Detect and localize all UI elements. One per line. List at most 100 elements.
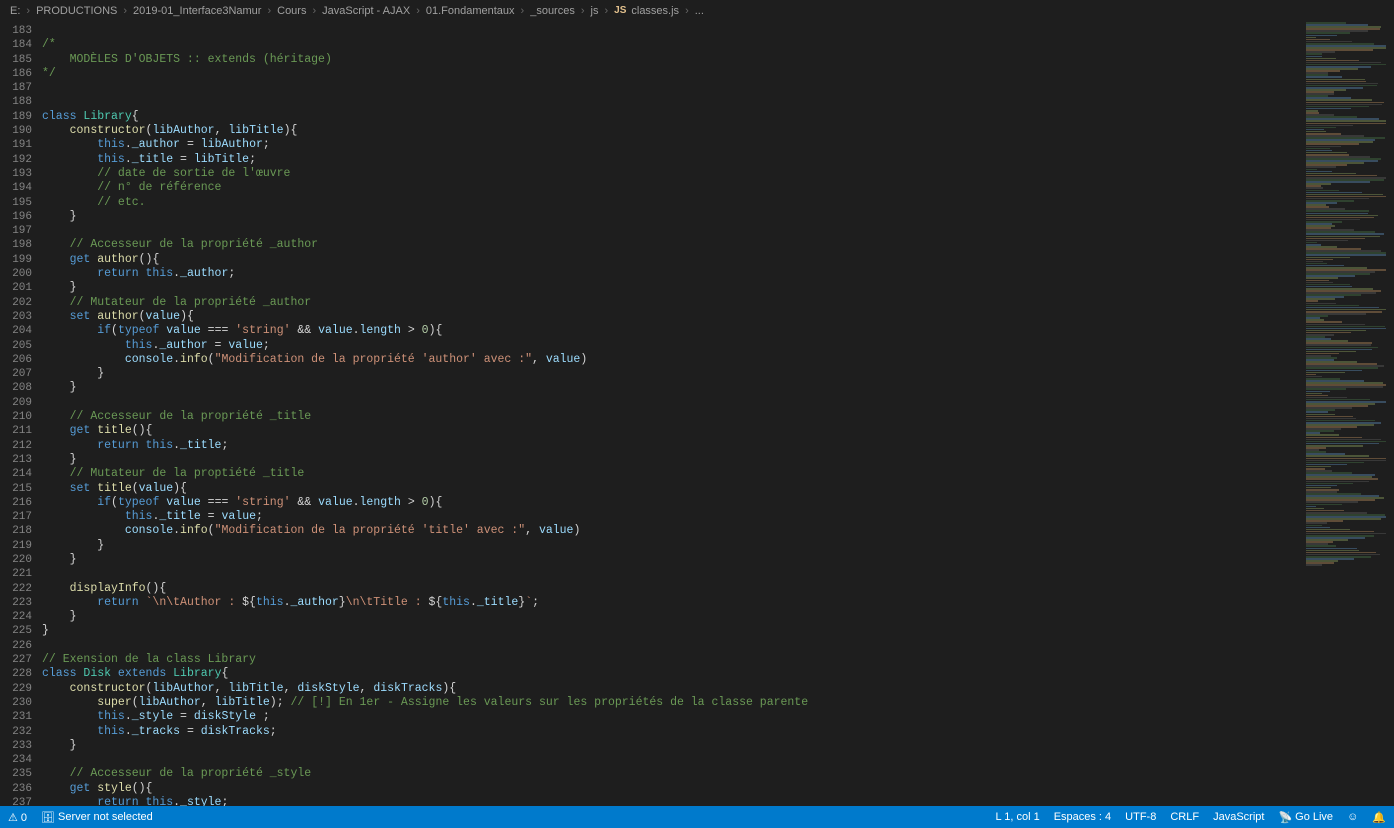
minimap[interactable] xyxy=(1302,22,1394,806)
code-line[interactable]: get author(){ xyxy=(42,253,1302,267)
breadcrumb-segment[interactable]: _sources xyxy=(530,5,575,17)
code-line[interactable]: // date de sortie de l'œuvre xyxy=(42,167,1302,181)
line-number: 233 xyxy=(0,739,32,753)
breadcrumb[interactable]: E:›PRODUCTIONS›2019-01_Interface3Namur›C… xyxy=(0,0,1394,22)
code-line[interactable]: if(typeof value === 'string' && value.le… xyxy=(42,324,1302,338)
database-icon: 🗄 xyxy=(41,811,55,824)
code-line[interactable]: if(typeof value === 'string' && value.le… xyxy=(42,496,1302,510)
code-line[interactable]: get title(){ xyxy=(42,424,1302,438)
code-line[interactable]: // Accesseur de la propriété _title xyxy=(42,410,1302,424)
line-number: 219 xyxy=(0,539,32,553)
status-spaces[interactable]: Espaces : 4 xyxy=(1054,811,1111,823)
status-encoding[interactable]: UTF-8 xyxy=(1125,811,1156,823)
code-line[interactable]: // Mutateur de la propriété _author xyxy=(42,296,1302,310)
code-line[interactable]: this._title = libTitle; xyxy=(42,153,1302,167)
line-number: 198 xyxy=(0,238,32,252)
line-number: 234 xyxy=(0,753,32,767)
code-line[interactable]: class Library{ xyxy=(42,110,1302,124)
code-line[interactable]: this._author = value; xyxy=(42,339,1302,353)
code-line[interactable]: constructor(libAuthor, libTitle){ xyxy=(42,124,1302,138)
code-line[interactable]: // Accesseur de la propriété _style xyxy=(42,767,1302,781)
code-line[interactable]: } xyxy=(42,610,1302,624)
code-line[interactable]: get style(){ xyxy=(42,782,1302,796)
code-line[interactable]: class Disk extends Library{ xyxy=(42,667,1302,681)
code-line[interactable]: } xyxy=(42,739,1302,753)
breadcrumb-tail[interactable]: ... xyxy=(695,5,704,17)
line-number: 227 xyxy=(0,653,32,667)
line-number: 213 xyxy=(0,453,32,467)
breadcrumb-segment[interactable]: 2019-01_Interface3Namur xyxy=(133,5,261,17)
code-line[interactable]: */ xyxy=(42,67,1302,81)
code-line[interactable]: this._tracks = diskTracks; xyxy=(42,725,1302,739)
code-line[interactable]: } xyxy=(42,210,1302,224)
line-number: 231 xyxy=(0,710,32,724)
code-line[interactable] xyxy=(42,567,1302,581)
breadcrumb-segment[interactable]: JavaScript - AJAX xyxy=(322,5,410,17)
code-line[interactable]: } xyxy=(42,367,1302,381)
code-line[interactable]: this._title = value; xyxy=(42,510,1302,524)
code-line[interactable] xyxy=(42,396,1302,410)
js-file-icon: JS xyxy=(614,5,626,16)
line-number: 188 xyxy=(0,95,32,109)
minimap-line xyxy=(1306,564,1322,566)
code-editor[interactable]: 1831841851861871881891901911921931941951… xyxy=(0,22,1302,806)
code-line[interactable]: set title(value){ xyxy=(42,482,1302,496)
chevron-right-icon: › xyxy=(685,5,689,17)
status-bar: ⚠ 0 🗄 Server not selected L 1, col 1 Esp… xyxy=(0,806,1394,828)
code-line[interactable]: this._style = diskStyle ; xyxy=(42,710,1302,724)
status-warnings[interactable]: ⚠ 0 xyxy=(8,811,27,824)
code-line[interactable]: MODÈLES D'OBJETS :: extends (héritage) xyxy=(42,53,1302,67)
code-line[interactable]: } xyxy=(42,281,1302,295)
code-line[interactable]: } xyxy=(42,381,1302,395)
code-line[interactable]: return this._title; xyxy=(42,439,1302,453)
line-number: 190 xyxy=(0,124,32,138)
code-line[interactable] xyxy=(42,81,1302,95)
status-language[interactable]: JavaScript xyxy=(1213,811,1264,823)
status-feedback[interactable]: ☺ xyxy=(1347,811,1358,823)
code-line[interactable]: this._author = libAuthor; xyxy=(42,138,1302,152)
status-position[interactable]: L 1, col 1 xyxy=(995,811,1039,823)
status-server[interactable]: 🗄 Server not selected xyxy=(41,811,153,824)
code-line[interactable]: } xyxy=(42,624,1302,638)
breadcrumb-segment[interactable]: 01.Fondamentaux xyxy=(426,5,515,17)
code-line[interactable]: super(libAuthor, libTitle); // [!] En 1e… xyxy=(42,696,1302,710)
line-number: 191 xyxy=(0,138,32,152)
code-line[interactable] xyxy=(42,24,1302,38)
code-line[interactable] xyxy=(42,224,1302,238)
code-line[interactable] xyxy=(42,639,1302,653)
code-line[interactable]: displayInfo(){ xyxy=(42,582,1302,596)
line-number: 193 xyxy=(0,167,32,181)
status-bell-icon[interactable]: 🔔 xyxy=(1372,811,1386,824)
code-line[interactable]: } xyxy=(42,539,1302,553)
chevron-right-icon: › xyxy=(604,5,608,17)
line-number: 217 xyxy=(0,510,32,524)
code-line[interactable]: // etc. xyxy=(42,196,1302,210)
breadcrumb-segment[interactable]: Cours xyxy=(277,5,306,17)
code-line[interactable]: } xyxy=(42,553,1302,567)
line-number: 224 xyxy=(0,610,32,624)
code-line[interactable]: console.info("Modification de la proprié… xyxy=(42,524,1302,538)
code-line[interactable]: return this._author; xyxy=(42,267,1302,281)
breadcrumb-file[interactable]: classes.js xyxy=(631,5,679,17)
code-line[interactable]: // n° de référence xyxy=(42,181,1302,195)
code-line[interactable]: // Accesseur de la propriété _author xyxy=(42,238,1302,252)
status-eol[interactable]: CRLF xyxy=(1170,811,1199,823)
code-line[interactable] xyxy=(42,95,1302,109)
code-area[interactable]: /* MODÈLES D'OBJETS :: extends (héritage… xyxy=(42,22,1302,806)
code-line[interactable]: // Mutateur de la proptiété _title xyxy=(42,467,1302,481)
breadcrumb-segment[interactable]: PRODUCTIONS xyxy=(36,5,117,17)
code-line[interactable]: } xyxy=(42,453,1302,467)
code-line[interactable]: console.info("Modification de la proprié… xyxy=(42,353,1302,367)
breadcrumb-segment[interactable]: E: xyxy=(10,5,20,17)
code-line[interactable]: set author(value){ xyxy=(42,310,1302,324)
line-number: 216 xyxy=(0,496,32,510)
code-line[interactable]: constructor(libAuthor, libTitle, diskSty… xyxy=(42,682,1302,696)
code-line[interactable]: return `\n\tAuthor : ${this._author}\n\t… xyxy=(42,596,1302,610)
code-line[interactable]: // Exension de la class Library xyxy=(42,653,1302,667)
status-golive[interactable]: 📡 Go Live xyxy=(1278,811,1333,824)
code-line[interactable]: return this._style; xyxy=(42,796,1302,806)
broadcast-icon: 📡 xyxy=(1278,811,1292,824)
breadcrumb-segment[interactable]: js xyxy=(591,5,599,17)
code-line[interactable]: /* xyxy=(42,38,1302,52)
code-line[interactable] xyxy=(42,753,1302,767)
